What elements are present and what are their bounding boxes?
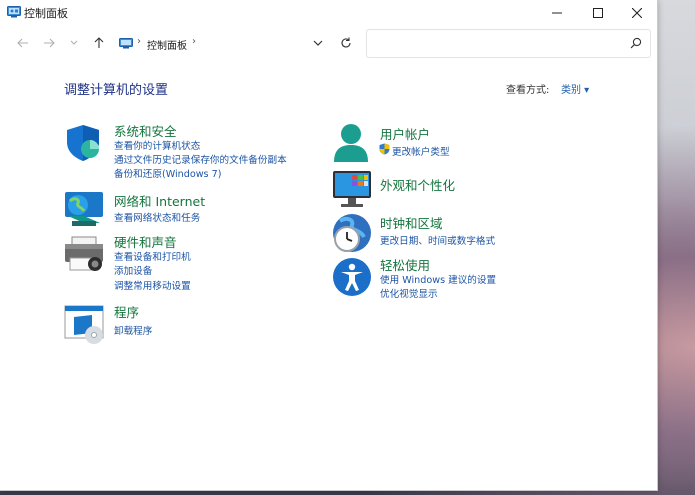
link-add-device[interactable]: 添加设备 xyxy=(114,263,152,277)
view-by-label: 查看方式: xyxy=(506,85,550,96)
page-title: 调整计算机的设置 xyxy=(64,83,169,98)
breadcrumb-separator-icon[interactable]: › xyxy=(137,36,141,47)
link-view-devices-printers[interactable]: 查看设备和打印机 xyxy=(114,249,191,263)
uac-shield-icon xyxy=(379,143,390,155)
search-icon[interactable] xyxy=(630,37,642,49)
navigation-bar: › 控制面板 › xyxy=(0,29,657,58)
control-panel-location-icon xyxy=(119,38,133,49)
link-optimize-visual-display[interactable]: 优化视觉显示 xyxy=(380,286,438,300)
up-button[interactable] xyxy=(91,35,107,51)
maximize-button[interactable] xyxy=(578,0,618,26)
search-input[interactable] xyxy=(366,29,651,58)
minimize-button[interactable] xyxy=(537,0,577,26)
close-icon xyxy=(632,8,642,18)
display-personalize-icon[interactable] xyxy=(332,170,372,210)
close-button[interactable] xyxy=(617,0,657,26)
link-use-recommended-settings[interactable]: 使用 Windows 建议的设置 xyxy=(380,272,496,286)
link-change-account-type[interactable]: 更改帐户类型 xyxy=(392,144,450,158)
link-backup-restore[interactable]: 备份和还原(Windows 7) xyxy=(114,166,221,180)
forward-button[interactable] xyxy=(41,35,57,51)
maximize-icon xyxy=(593,8,603,18)
link-change-date-time-format[interactable]: 更改日期、时间或数字格式 xyxy=(380,233,495,247)
recent-locations-button[interactable] xyxy=(66,35,82,51)
category-title-user-accounts[interactable]: 用户帐户 xyxy=(380,124,430,143)
chevron-down-icon xyxy=(70,40,78,45)
category-title-appearance[interactable]: 外观和个性化 xyxy=(380,175,455,194)
link-uninstall-program[interactable]: 卸载程序 xyxy=(114,323,152,337)
network-globe-icon[interactable] xyxy=(64,191,104,231)
arrow-up-icon xyxy=(94,37,104,48)
arrow-right-icon xyxy=(44,38,55,48)
refresh-icon[interactable] xyxy=(339,36,353,50)
user-icon[interactable] xyxy=(332,123,372,163)
link-view-computer-status[interactable]: 查看你的计算机状态 xyxy=(114,138,200,152)
address-bar[interactable]: › 控制面板 › xyxy=(112,30,362,58)
breadcrumb-control-panel[interactable]: 控制面板 xyxy=(147,37,187,52)
control-panel-app-icon xyxy=(7,6,21,18)
printer-icon[interactable] xyxy=(64,234,104,274)
chevron-down-icon[interactable] xyxy=(311,36,325,50)
category-title-clock-region[interactable]: 时钟和区域 xyxy=(380,213,443,232)
title-bar[interactable]: 控制面板 xyxy=(0,0,657,26)
category-title-programs[interactable]: 程序 xyxy=(114,302,139,321)
breadcrumb-separator-icon[interactable]: › xyxy=(192,36,196,47)
link-file-history-backup[interactable]: 通过文件历史记录保存你的文件备份副本 xyxy=(114,152,287,166)
window-title: 控制面板 xyxy=(24,7,68,20)
accessibility-icon[interactable] xyxy=(332,257,372,297)
category-title-network[interactable]: 网络和 Internet xyxy=(114,191,205,210)
view-by-dropdown[interactable]: 类别 ▾ xyxy=(561,81,589,96)
back-button[interactable] xyxy=(15,35,31,51)
clock-globe-icon[interactable] xyxy=(332,213,372,253)
link-mobility-settings[interactable]: 调整常用移动设置 xyxy=(114,278,191,292)
arrow-left-icon xyxy=(17,38,28,48)
programs-icon[interactable] xyxy=(64,305,104,345)
link-view-network-status[interactable]: 查看网络状态和任务 xyxy=(114,210,200,224)
shield-icon[interactable] xyxy=(64,123,104,163)
minimize-icon xyxy=(552,12,562,14)
control-panel-window: 控制面板 › 控制面板 › 调整计算机的设置 查看方式: 类别 ▾ 系统和安全 … xyxy=(0,0,658,491)
